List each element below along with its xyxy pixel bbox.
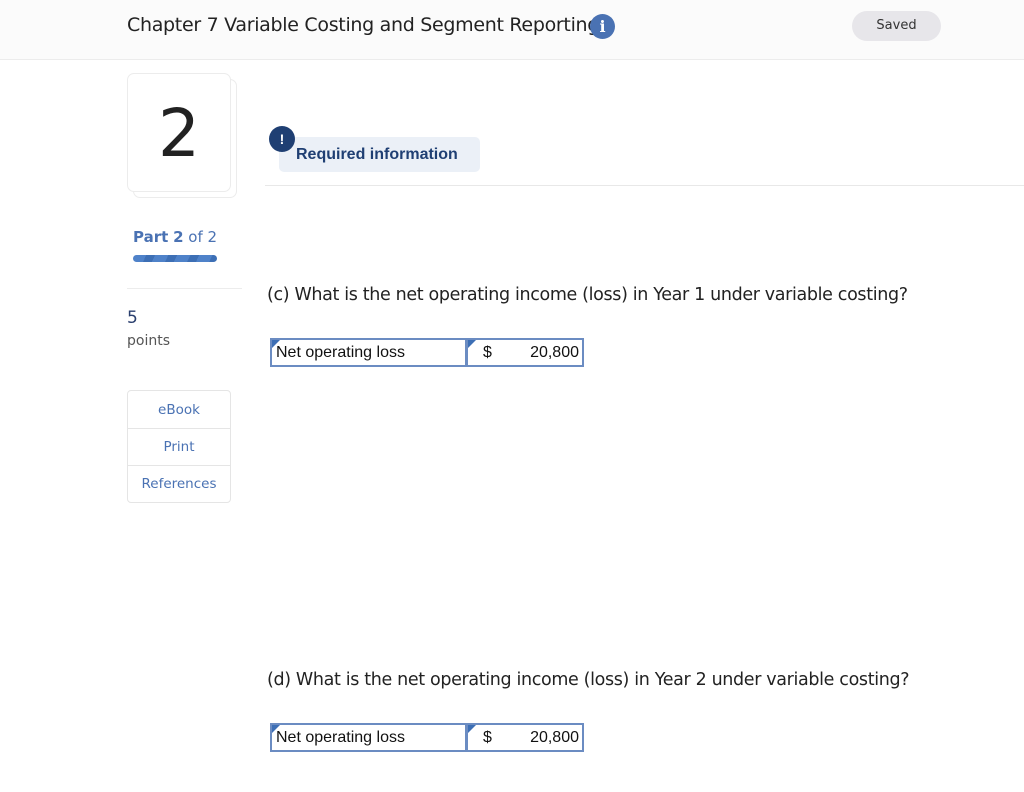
answer-value: 20,800 <box>530 344 579 361</box>
answer-value-input[interactable]: $ 20,800 <box>468 723 584 752</box>
answer-label-dropdown[interactable]: Net operating loss <box>270 338 468 367</box>
points-value: 5 <box>127 308 138 328</box>
part-suffix: of 2 <box>188 228 218 246</box>
chapter-title: Chapter 7 Variable Costing and Segment R… <box>127 14 600 36</box>
references-link[interactable]: References <box>128 466 230 502</box>
print-link[interactable]: Print <box>128 429 230 466</box>
question-c-prompt: (c) What is the net operating income (lo… <box>267 285 908 305</box>
required-information-label[interactable]: Required information <box>296 146 458 164</box>
part-indicator: Part 2 of 2 <box>133 228 217 246</box>
top-header: Chapter 7 Variable Costing and Segment R… <box>0 0 1024 60</box>
question-number-card: 2 <box>127 73 231 192</box>
answer-row-c: Net operating loss $ 20,800 <box>270 338 584 367</box>
answer-value-input[interactable]: $ 20,800 <box>468 338 584 367</box>
currency-symbol: $ <box>483 344 492 361</box>
points-label: points <box>127 333 170 349</box>
part-prefix: Part <box>133 228 169 246</box>
answer-label-dropdown[interactable]: Net operating loss <box>270 723 468 752</box>
ebook-link[interactable]: eBook <box>128 391 230 429</box>
alert-icon: ! <box>269 126 295 152</box>
answer-row-d: Net operating loss $ 20,800 <box>270 723 584 752</box>
part-current: 2 <box>173 228 184 246</box>
info-icon[interactable]: i <box>590 14 615 39</box>
content-divider <box>265 185 1024 186</box>
currency-symbol: $ <box>483 729 492 746</box>
answer-value: 20,800 <box>530 729 579 746</box>
question-d-prompt: (d) What is the net operating income (lo… <box>267 670 910 690</box>
tools-panel: eBook Print References <box>127 390 231 503</box>
sidebar-divider <box>127 288 242 289</box>
saved-status-button[interactable]: Saved <box>852 11 941 41</box>
part-progress-bar <box>133 255 217 262</box>
